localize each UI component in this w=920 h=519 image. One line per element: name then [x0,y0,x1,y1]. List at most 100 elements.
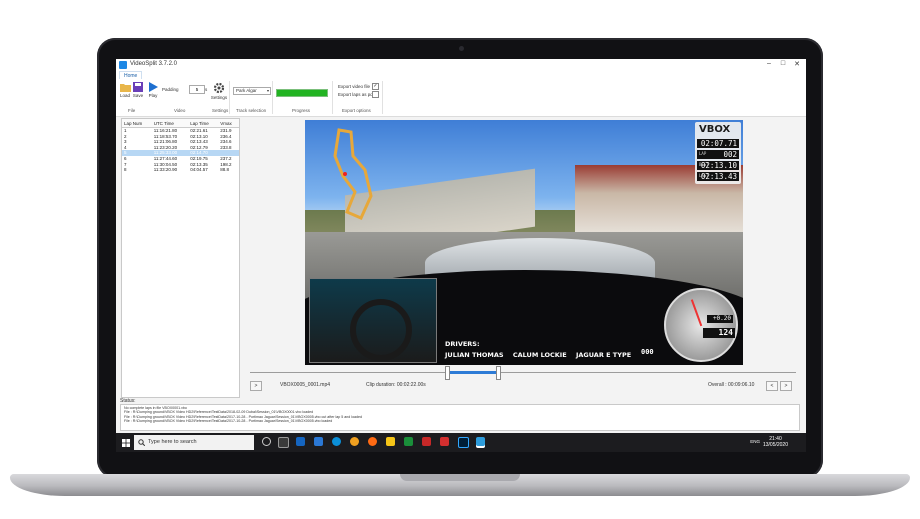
vbox-lap: 002 [723,150,737,159]
next-button[interactable]: > [780,381,792,391]
rev-gauge [664,288,738,362]
lap-table-header[interactable]: Vmax [218,119,239,128]
lap-table-header[interactable]: Lap Time [188,119,219,128]
gear-icon [213,82,225,94]
acrobat-icon[interactable] [440,437,449,446]
app-icon [119,61,127,69]
play-button[interactable]: Play [147,82,159,98]
close-button[interactable]: ✕ [790,60,804,68]
progress-bar [276,89,328,97]
group-label-progress: Progress [292,108,311,113]
export-laps-label: Export laps as pdf [338,92,375,97]
chrome-icon[interactable] [350,437,359,446]
maximize-button[interactable]: □ [776,60,790,67]
group-label-file: File [128,108,136,113]
ribbon: Load Save Play Padding 5 s Settings Park… [116,79,806,117]
save-button[interactable]: Save [132,82,144,98]
lap-cell: 88.8 [220,167,230,173]
lap-row[interactable]: 8 11:33:20.90 04:04.57 88.8 [122,167,239,173]
photoshop-icon[interactable] [458,437,469,448]
video-filename: VBOX0005_0001.mp4 [280,382,331,388]
vbox-logo: VBOX [699,124,731,135]
vbox-time: 02:07.71 [700,139,737,148]
padding-unit: s [205,87,208,92]
export-laps-checkbox[interactable] [372,91,379,98]
task-view-icon[interactable] [278,437,289,448]
taskbar-clock[interactable]: 21:40 13/05/2020 [763,436,788,448]
group-label-track-selection: Track selection [236,108,267,113]
settings-label: Settings [210,95,228,100]
search-icon [138,439,145,446]
timeline-selection [446,371,499,374]
progress-fill [277,90,327,96]
status-line: File : R:\Dumping ground\VBOX Video HD2\… [124,419,333,424]
drivers-label: DRIVERS: [445,340,480,348]
play-icon [148,82,158,92]
car-name: JAGUAR E TYPE [575,351,632,359]
videosplit-taskbar-icon[interactable] [476,437,485,446]
player-bar: > VBOX0005_0001.mp4 Clip duration: 00:02… [250,381,796,391]
padding-label: Padding [162,87,179,92]
lap-table-header[interactable]: UTC Time [151,119,189,128]
minimize-button[interactable]: – [762,60,776,67]
track-select[interactable]: Park Algar ▾ [233,87,271,95]
file-explorer-icon[interactable] [386,437,395,446]
edge-icon[interactable] [332,437,341,446]
settings-button[interactable]: Settings [210,82,228,100]
folder-icon [119,84,131,92]
lap-cell: 8 [124,167,127,173]
app-red-icon[interactable] [422,437,431,446]
taskbar-date: 13/05/2020 [762,442,788,448]
webcam [459,46,464,51]
play-label: Play [148,93,158,98]
export-video-checkbox[interactable]: ✓ [372,83,379,90]
timeline-start-handle[interactable] [444,366,450,380]
language-indicator[interactable]: ENG [750,439,760,444]
save-icon [132,82,143,92]
vbox-lap-row: LAP 002 [697,150,739,159]
vbox-best-row: BEST 02:13.10 [697,161,739,170]
padding-stepper[interactable]: 5 [189,85,205,94]
vbox-lap-label: LAP [699,151,707,156]
separator [332,81,333,114]
play-small-button[interactable]: > [250,381,262,391]
gauge-needle [690,299,703,327]
separator [382,81,383,114]
gforce-readout: +0.20 [707,315,733,323]
load-label: Load [119,93,130,98]
taskbar-search[interactable]: Type here to search [134,435,254,450]
video-player[interactable]: VBOX 02:07.71 LAP 002 BEST 02:13.10 LAST… [305,120,743,365]
export-video-label: Export video file [338,84,371,89]
prev-button[interactable]: < [766,381,778,391]
vbox-last: 02:13.43 [700,172,737,181]
lap-cell: 11:33:20.90 [153,167,178,173]
vbox-time-row: 02:07.71 [697,139,739,148]
load-button[interactable]: Load [119,82,131,98]
lap-table: Lap Num UTC Time Lap Time Vmax 1 11:16:21.80… [121,118,240,398]
laptop-notch [400,474,520,481]
outlook-icon[interactable] [296,437,305,446]
timeline-rail [250,372,796,373]
driver-name: CALUM LOCKIE [512,351,567,359]
skype-icon[interactable] [314,437,323,446]
separator [272,81,273,114]
group-label-settings: Settings [212,108,229,113]
lap-table-header[interactable]: Lap Num [122,119,152,128]
save-label: Save [132,93,144,98]
clip-duration: Clip duration: 00:02:22.00s [366,382,426,388]
track-map-icon [333,128,373,220]
lap-cell: 04:04.57 [190,167,208,173]
search-placeholder: Type here to search [148,439,197,445]
track-select-value: Park Algar [236,88,257,93]
firefox-icon[interactable] [368,437,377,446]
screen: VideoSplit 3.7.2.0 – □ ✕ Home Load Save … [116,59,806,452]
timeline[interactable] [250,366,796,380]
app-green-icon[interactable] [404,437,413,446]
windows-start-icon[interactable] [122,439,130,447]
cortana-icon[interactable] [262,437,271,446]
group-label-export-options: Export options [342,108,371,113]
vbox-best: 02:13.10 [700,161,737,170]
timeline-end-handle[interactable] [496,366,502,380]
ribbon-tab-row: Home [116,71,806,80]
driver-name: JULIAN THOMAS [445,351,504,359]
